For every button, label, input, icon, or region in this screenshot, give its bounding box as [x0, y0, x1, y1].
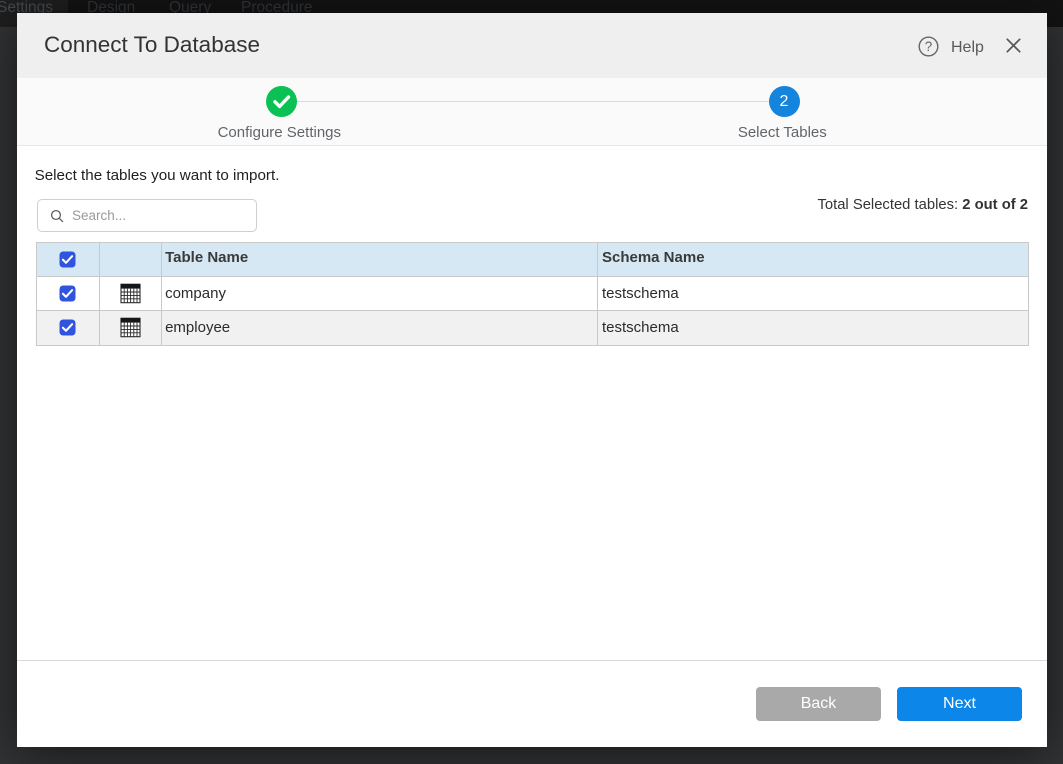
svg-text:?: ? — [925, 39, 933, 54]
